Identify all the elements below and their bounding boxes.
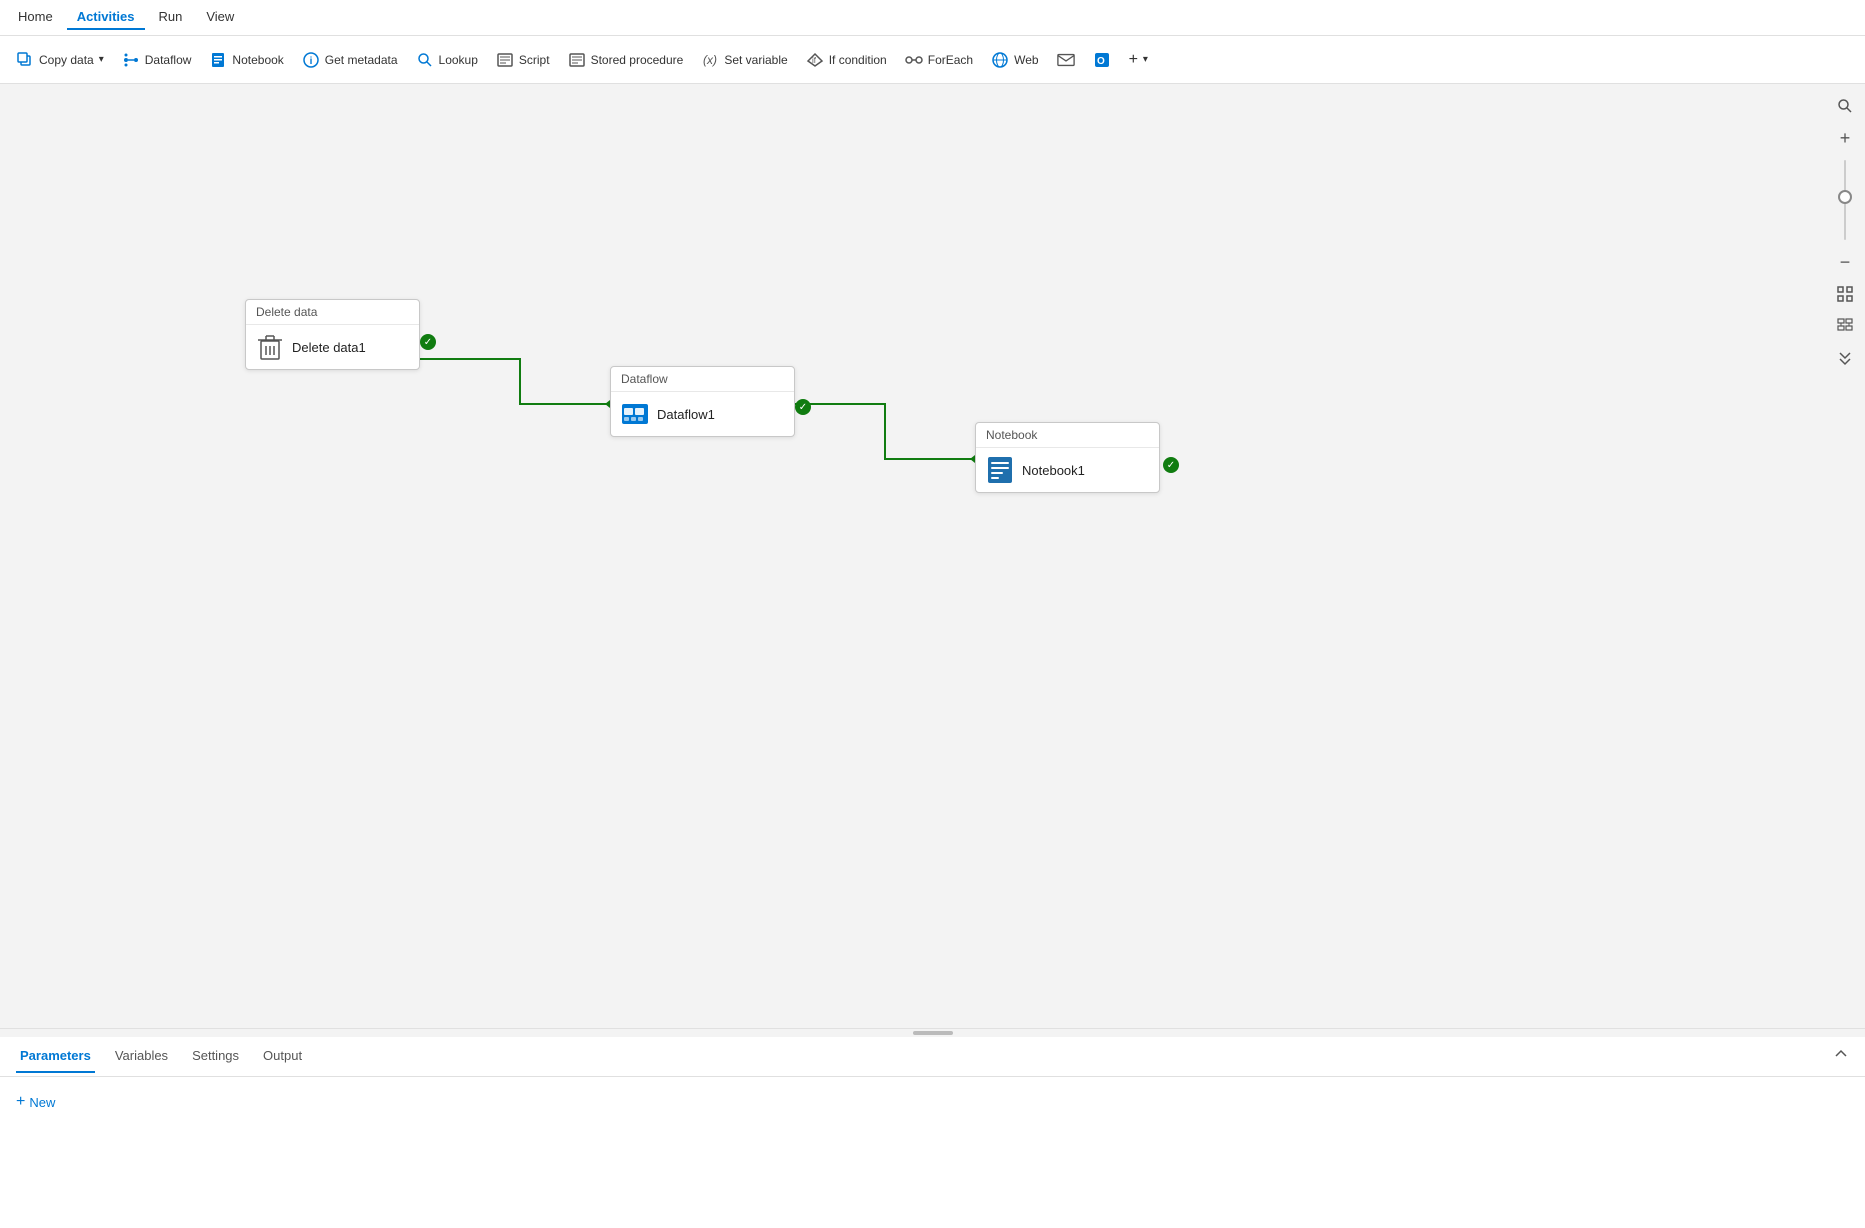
toolbar-if-condition[interactable]: if If condition (798, 47, 895, 73)
svg-text:(x): (x) (703, 53, 717, 67)
notebook-label: Notebook (232, 53, 283, 67)
new-plus-icon: + (16, 1093, 25, 1111)
connections-svg (0, 84, 1865, 1028)
delete-data-body: Delete data1 (246, 325, 419, 369)
zoom-out-btn[interactable]: − (1831, 248, 1859, 276)
more-icon: + (1129, 51, 1138, 69)
get-metadata-icon: i (302, 51, 320, 69)
drag-handle[interactable] (0, 1029, 1865, 1037)
main-canvas-area: Delete data Delete data1 (0, 84, 1865, 1028)
delete-data-node[interactable]: Delete data Delete data1 (245, 299, 420, 370)
set-variable-label: Set variable (724, 53, 787, 67)
toolbar-script[interactable]: Script (488, 47, 558, 73)
more-dropdown-icon: ▾ (1143, 54, 1148, 65)
delete-data-success-badge: ✓ (420, 334, 436, 350)
notebook-success-badge: ✓ (1163, 457, 1179, 473)
toolbar-web[interactable]: Web (983, 47, 1046, 73)
stored-procedure-label: Stored procedure (591, 53, 684, 67)
toolbar-notebook[interactable]: Notebook (201, 47, 291, 73)
search-control-btn[interactable] (1831, 92, 1859, 120)
menu-run[interactable]: Run (149, 5, 193, 30)
toolbar-foreach[interactable]: ForEach (897, 47, 981, 73)
tab-output[interactable]: Output (259, 1040, 306, 1073)
stored-procedure-icon (568, 51, 586, 69)
toolbar-more[interactable]: + ▾ (1121, 47, 1156, 73)
zoom-thumb[interactable] (1838, 190, 1852, 204)
delete-data-icon (256, 333, 284, 361)
toolbar-outlook-icon[interactable]: O (1085, 47, 1119, 73)
menu-bar: Home Activities Run View (0, 0, 1865, 36)
dataflow-label: Dataflow1 (657, 407, 715, 422)
lookup-label: Lookup (439, 53, 478, 67)
collapse-btn[interactable] (1831, 344, 1859, 372)
foreach-label: ForEach (928, 53, 973, 67)
fit-to-screen-btn[interactable] (1831, 280, 1859, 308)
bottom-tabs: Parameters Variables Settings Output (0, 1037, 1865, 1077)
menu-home[interactable]: Home (8, 5, 63, 30)
foreach-icon (905, 51, 923, 69)
dataflow-label: Dataflow (145, 53, 192, 67)
bottom-panel: Parameters Variables Settings Output + N… (0, 1028, 1865, 1228)
auto-layout-btn[interactable] (1831, 312, 1859, 340)
dataflow-header: Dataflow (611, 367, 794, 392)
zoom-slider[interactable] (1844, 160, 1846, 240)
tab-settings[interactable]: Settings (188, 1040, 243, 1073)
notebook-icon (209, 51, 227, 69)
svg-text:if: if (812, 56, 817, 65)
menu-view[interactable]: View (196, 5, 244, 30)
tab-parameters[interactable]: Parameters (16, 1040, 95, 1073)
copy-data-dropdown-icon: ▾ (99, 54, 104, 65)
right-controls-panel: + − (1825, 84, 1865, 1028)
bottom-panel-collapse-btn[interactable] (1833, 1046, 1849, 1067)
toolbar-dataflow[interactable]: Dataflow (114, 47, 200, 73)
menu-activities[interactable]: Activities (67, 5, 145, 30)
mail-icon (1057, 51, 1075, 69)
outlook-icon: O (1093, 51, 1111, 69)
get-metadata-label: Get metadata (325, 53, 398, 67)
bottom-tab-list: Parameters Variables Settings Output (16, 1040, 306, 1073)
toolbar-stored-procedure[interactable]: Stored procedure (560, 47, 692, 73)
zoom-track (1844, 160, 1846, 240)
svg-text:i: i (309, 56, 312, 67)
toolbar-lookup[interactable]: Lookup (408, 47, 486, 73)
copy-data-icon (16, 51, 34, 69)
notebook-body: Notebook1 (976, 448, 1159, 492)
dataflow-success-badge: ✓ (795, 399, 811, 415)
activities-toolbar: Copy data ▾ Dataflow Notebook (0, 36, 1865, 84)
svg-text:O: O (1097, 56, 1105, 67)
toolbar-mail-icon[interactable] (1049, 47, 1083, 73)
set-variable-icon: (x) (701, 51, 719, 69)
new-parameter-button[interactable]: + New (16, 1093, 1849, 1111)
toolbar-set-variable[interactable]: (x) Set variable (693, 47, 795, 73)
script-icon (496, 51, 514, 69)
if-condition-label: If condition (829, 53, 887, 67)
delete-data-header: Delete data (246, 300, 419, 325)
toolbar-copy-data[interactable]: Copy data ▾ (8, 47, 112, 73)
zoom-in-btn[interactable]: + (1831, 124, 1859, 152)
notebook-node-icon (986, 456, 1014, 484)
web-label: Web (1014, 53, 1038, 67)
toolbar-get-metadata[interactable]: i Get metadata (294, 47, 406, 73)
dataflow-node[interactable]: Dataflow Dataflow1 (610, 366, 795, 437)
script-label: Script (519, 53, 550, 67)
notebook-header: Notebook (976, 423, 1159, 448)
new-button-label: New (29, 1095, 55, 1110)
if-condition-icon: if (806, 51, 824, 69)
notebook-node[interactable]: Notebook Notebook1 (975, 422, 1160, 493)
dataflow-body: Dataflow1 (611, 392, 794, 436)
tab-variables[interactable]: Variables (111, 1040, 172, 1073)
lookup-icon (416, 51, 434, 69)
web-icon (991, 51, 1009, 69)
pipeline-canvas[interactable]: Delete data Delete data1 (0, 84, 1865, 1028)
drag-handle-bar (913, 1031, 953, 1035)
delete-data-label: Delete data1 (292, 340, 366, 355)
dataflow-node-icon (621, 400, 649, 428)
notebook-label: Notebook1 (1022, 463, 1085, 478)
bottom-panel-content: + New (0, 1077, 1865, 1228)
copy-data-label: Copy data (39, 53, 94, 67)
dataflow-icon (122, 51, 140, 69)
